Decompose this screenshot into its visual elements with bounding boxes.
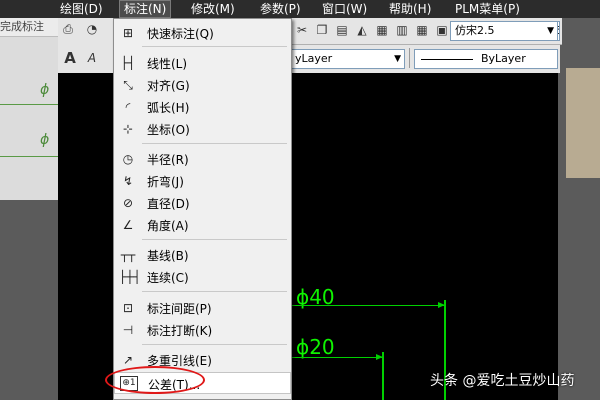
menu-separator [142,291,287,292]
aligned-icon: ⤡ [123,78,133,92]
quick-dimension-icon: ⊞ [122,26,134,40]
dimension-text-phi20[interactable]: ϕ20 [296,335,335,359]
green-line-2 [0,156,58,157]
dimension-space-icon: ⊡ [122,301,134,315]
dimension-line-phi40 [288,305,446,306]
paste-icon[interactable]: ▤ [334,22,350,38]
watermark: 头条 @爱吃土豆炒山药 [430,373,575,389]
tolerance-icon: ⊕1 [120,376,138,391]
menu-item-linear[interactable]: ├┤ 线性(L) [114,52,291,74]
arc-length-icon: ◜ [125,100,131,114]
menu-item-dimension-break[interactable]: ⊣ 标注打断(K) [114,319,291,341]
continue-icon: ├┼┤ [119,270,141,284]
menu-item-label: 半径(R) [147,153,189,167]
menu-item-label: 多重引线(E) [147,354,212,368]
menu-dimension[interactable]: 标注(N) [119,0,172,18]
green-line-1 [0,104,58,105]
menu-item-label: 弧长(H) [147,101,190,115]
linetype-value: ByLayer [481,52,526,65]
menu-window[interactable]: 窗口(W) [322,0,367,18]
phi-symbol-2: ϕ [40,132,50,148]
ordinate-icon: ⊹ [122,122,134,136]
background-tab[interactable]: 完成标注 [0,18,58,37]
menu-item-diameter[interactable]: ⊘ 直径(D) [114,192,291,214]
menu-bar: 绘图(D) 标注(N) 修改(M) 参数(P) 窗口(W) 帮助(H) PLM菜… [0,0,600,18]
multileader-icon: ↗ [122,353,134,367]
menu-item-label: 公差(T)... [148,378,201,392]
menu-item-arc-length[interactable]: ◜ 弧长(H) [114,96,291,118]
menu-item-angle[interactable]: ∠ 角度(A) [114,214,291,236]
text-edit-icon[interactable]: A [84,50,100,66]
publish-icon[interactable]: ◔ [84,21,100,37]
menu-item-label: 标注打断(K) [147,324,213,338]
menu-separator [142,46,287,47]
jogged-icon: ↯ [122,174,134,188]
calculator-icon[interactable]: ▣ [434,22,450,38]
menu-item-label: 直径(D) [147,197,190,211]
menu-item-label: 线性(L) [147,57,188,71]
cut-icon[interactable]: ✂ [294,22,310,38]
menu-separator [142,143,287,144]
dimension-break-icon: ⊣ [122,323,134,337]
arrowhead-phi20 [376,354,383,360]
linetype-sample [421,59,473,60]
right-edge-area [562,18,600,400]
menu-item-label: 标注间距(P) [147,302,212,316]
text-style-select-value: 仿宋2.5 [455,24,495,37]
menu-item-continue[interactable]: ├┼┤ 连续(C) [114,266,291,288]
angle-icon: ∠ [122,218,134,232]
radius-icon: ◷ [122,152,134,166]
menu-draw[interactable]: 绘图(D) [60,0,103,18]
left-lower-area [0,200,58,400]
menu-separator [142,344,287,345]
menu-item-label: 快速标注(Q) [147,27,214,41]
text-style-icon[interactable]: A [62,50,78,66]
toolbar-separator-3 [409,48,410,68]
menu-item-label: 角度(A) [147,219,189,233]
menu-item-dimension-space[interactable]: ⊡ 标注间距(P) [114,297,291,319]
layer-combo[interactable]: yLayer ▼ [290,49,405,69]
grid-icon[interactable]: ▦ [414,22,430,38]
menu-item-quick-dimension[interactable]: ⊞ 快速标注(Q) [114,22,291,44]
layer-toolbar: yLayer ▼ ByLayer [290,45,560,73]
menu-item-jogged[interactable]: ↯ 折弯(J) [114,170,291,192]
menu-item-tolerance[interactable]: ⊕1 公差(T)... [114,372,291,394]
block-icon[interactable]: ▦ [374,22,390,38]
phi-symbol-1: ϕ [40,82,50,98]
menu-item-label: 基线(B) [147,249,189,263]
left-toolbar: ⎙ ◔ A A [58,18,114,73]
menu-help[interactable]: 帮助(H) [389,0,431,18]
baseline-icon: ┬┬ [120,248,136,262]
menu-item-multileader[interactable]: ↗ 多重引线(E) [114,349,291,371]
menu-plm[interactable]: PLM菜单(P) [455,0,520,18]
menu-item-baseline[interactable]: ┬┬ 基线(B) [114,244,291,266]
text-style-select[interactable]: 仿宋2.5 ▼ [450,21,558,41]
linear-icon: ├┤ [120,56,136,70]
menu-separator [142,239,287,240]
menu-parameters[interactable]: 参数(P) [260,0,301,18]
eraser-icon[interactable]: ◭ [354,22,370,38]
left-background-panel: 完成标注 ϕ ϕ [0,0,58,400]
dimension-menu: ⊞ 快速标注(Q) ├┤ 线性(L) ⤡ 对齐(G) ◜ 弧长(H) ⊹ 坐标(… [113,18,292,400]
chevron-down-icon: ▼ [547,26,554,36]
menu-item-radius[interactable]: ◷ 半径(R) [114,148,291,170]
menu-item-ordinate[interactable]: ⊹ 坐标(O) [114,118,291,140]
arrowhead-phi40 [438,302,445,308]
right-panel-swatch [566,68,600,178]
plot-icon[interactable]: ⎙ [60,21,76,37]
menu-item-label: 折弯(J) [147,175,184,189]
chevron-down-icon: ▼ [394,54,401,64]
layer-combo-value: yLayer [295,52,333,65]
diameter-icon: ⊘ [122,196,134,210]
properties-icon[interactable]: ▥ [394,22,410,38]
menu-item-aligned[interactable]: ⤡ 对齐(G) [114,74,291,96]
menu-item-label: 坐标(O) [147,123,190,137]
menu-modify[interactable]: 修改(M) [191,0,235,18]
menu-item-label: 对齐(G) [147,79,190,93]
linetype-combo[interactable]: ByLayer [414,49,558,69]
menu-item-label: 连续(C) [147,271,189,285]
background-tab-label: 完成标注 [0,20,44,33]
copy-icon[interactable]: ❐ [314,22,330,38]
dimension-line-phi20 [288,357,384,358]
